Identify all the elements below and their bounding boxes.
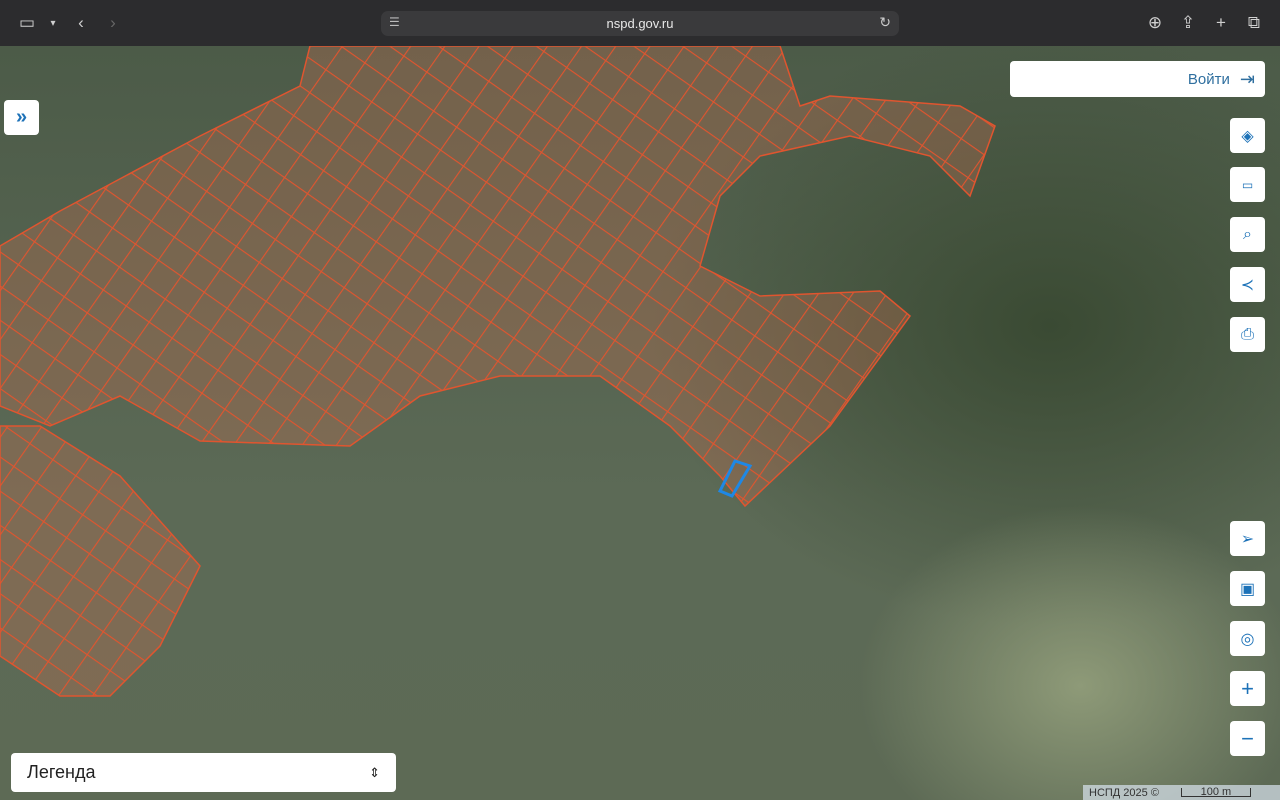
login-button[interactable]: Войти ⇥ — [1010, 61, 1265, 97]
legend-dropdown[interactable]: Легенда ⇕ — [11, 753, 396, 792]
zoom-in-button[interactable]: + — [1230, 671, 1265, 706]
minus-icon: − — [1241, 725, 1254, 751]
forward-icon[interactable]: › — [102, 12, 124, 34]
share-icon[interactable]: ⇪ — [1177, 12, 1199, 34]
attribution-text: НСПД 2025 © — [1089, 786, 1159, 799]
back-icon[interactable]: ‹ — [70, 12, 92, 34]
url-text: nspd.gov.ru — [606, 16, 674, 31]
scale-bar: 100 m — [1180, 787, 1251, 798]
share-icon: ≺ — [1240, 276, 1255, 294]
reload-icon[interactable]: ↻ — [879, 14, 891, 31]
map-canvas[interactable]: » Войти ⇥ ◈ ▭ ⌕ ≺ ⎙ ➢ ▣ ◎ + − — [0, 46, 1280, 800]
expand-panel-button[interactable]: » — [4, 100, 39, 135]
address-bar[interactable]: ☰ nspd.gov.ru ↻ — [381, 11, 899, 36]
browser-toolbar: ▭ ▾ ‹ › ☰ nspd.gov.ru ↻ ⊕ ⇪ + ⧉ — [0, 0, 1280, 46]
print-button[interactable]: ⎙ — [1230, 317, 1265, 352]
layers-icon: ◈ — [1241, 127, 1254, 145]
ruler-button[interactable]: ▭ — [1230, 167, 1265, 202]
zoom-out-button[interactable]: − — [1230, 721, 1265, 756]
minimap-icon: ▣ — [1239, 580, 1256, 598]
share-map-button[interactable]: ≺ — [1230, 267, 1265, 302]
download-icon[interactable]: ⊕ — [1144, 12, 1166, 34]
area-search-button[interactable]: ⌕ — [1230, 217, 1265, 252]
location-search-icon: ◎ — [1240, 630, 1255, 648]
layers-button[interactable]: ◈ — [1230, 118, 1265, 153]
login-icon: ⇥ — [1239, 68, 1255, 89]
map-attribution: НСПД 2025 © 100 m — [1083, 785, 1280, 800]
login-label: Войти — [1187, 70, 1230, 88]
area-search-icon: ⌕ — [1243, 225, 1252, 243]
chevron-updown-icon: ⇕ — [369, 764, 380, 780]
minimap-button[interactable]: ▣ — [1230, 571, 1265, 606]
search-location-button[interactable]: ◎ — [1230, 621, 1265, 656]
page-settings-icon[interactable]: ☰ — [389, 15, 400, 29]
printer-icon: ⎙ — [1241, 325, 1254, 343]
ruler-icon: ▭ — [1241, 177, 1254, 192]
legend-label: Легенда — [27, 762, 96, 782]
plus-icon: + — [1241, 675, 1254, 701]
chevron-down-icon[interactable]: ▾ — [42, 12, 64, 34]
sidebar-toggle-icon[interactable]: ▭ — [16, 12, 38, 34]
tabs-overview-icon[interactable]: ⧉ — [1243, 12, 1265, 34]
parcel-area-left — [0, 425, 201, 697]
parcel-area-main — [0, 46, 996, 508]
parcel-overlay — [0, 46, 996, 697]
new-tab-icon[interactable]: + — [1210, 12, 1232, 34]
locate-button[interactable]: ➢ — [1230, 521, 1265, 556]
navigation-arrow-icon: ➢ — [1240, 530, 1255, 548]
